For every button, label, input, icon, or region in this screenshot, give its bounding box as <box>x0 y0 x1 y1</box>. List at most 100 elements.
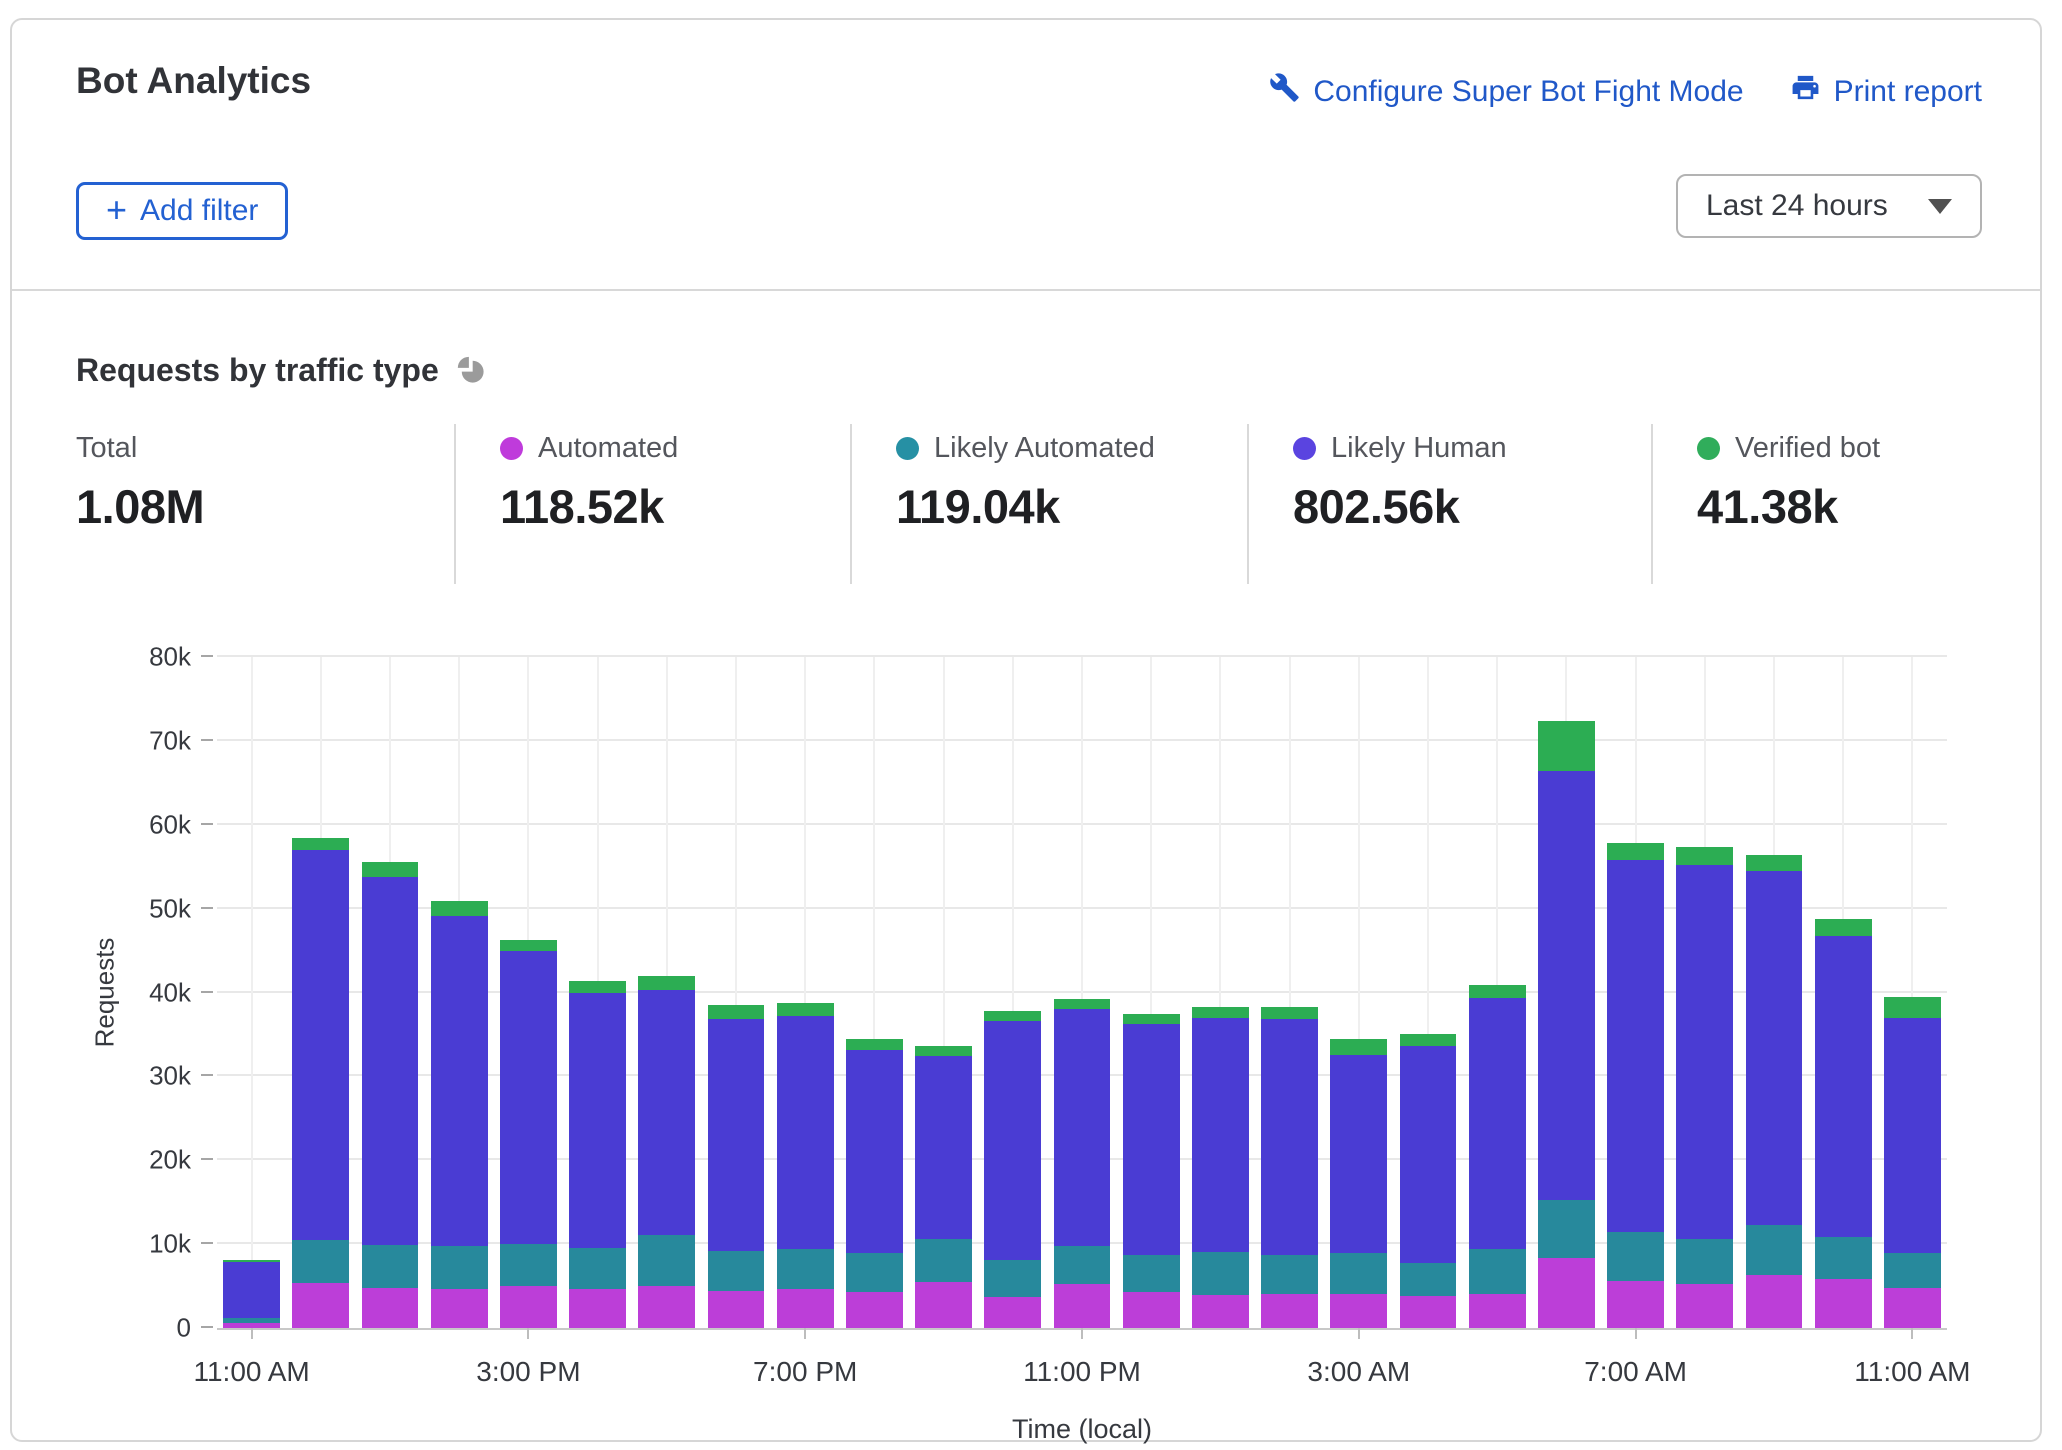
bar-segment-likely-human <box>1122 1024 1180 1256</box>
bar-segment-automated <box>1745 1275 1803 1328</box>
stacked-bar-8:00 PM[interactable] <box>846 657 903 1328</box>
x-tick-mark <box>250 1328 253 1339</box>
bar-segment-verified-bot <box>707 1005 765 1020</box>
stacked-bar-9:00 PM[interactable] <box>915 657 972 1328</box>
bar-segment-verified-bot <box>1192 1006 1249 1018</box>
bar-segment-likely-human <box>846 1049 903 1254</box>
bar-segment-likely-human <box>1814 936 1872 1238</box>
bar-segment-likely-automated <box>984 1260 1042 1297</box>
stacked-bar-2:00 PM[interactable] <box>430 657 488 1328</box>
stacked-bar-7:00 PM[interactable] <box>776 657 834 1328</box>
bar-slot <box>425 657 494 1328</box>
x-tick-mark <box>1634 1328 1637 1339</box>
stacked-bar-1:00 AM[interactable] <box>1192 657 1249 1328</box>
stacked-bar-10:00 PM[interactable] <box>984 657 1042 1328</box>
bar-segment-verified-bot <box>1607 843 1665 860</box>
stacked-bar-5:00 PM[interactable] <box>638 657 696 1328</box>
bar-segment-likely-automated <box>707 1250 765 1292</box>
stacked-bar-5:00 AM[interactable] <box>1468 657 1526 1328</box>
add-filter-button[interactable]: + Add filter <box>76 182 289 240</box>
stacked-bar-11:00 AM[interactable] <box>223 657 280 1328</box>
x-tick-mark <box>527 1328 530 1339</box>
bar-segment-verified-bot <box>638 975 696 990</box>
bar-segment-verified-bot <box>1261 1006 1318 1019</box>
y-tick-mark <box>201 738 213 741</box>
requests-chart-plot-area: Requests Time (local) 0 10k 20k 30k 40k 50k 60… <box>90 642 1971 1445</box>
print-report-link[interactable]: Print report <box>1790 72 1982 111</box>
y-tick-label: 50k <box>149 893 191 924</box>
stacked-bar-2:00 AM[interactable] <box>1261 657 1318 1328</box>
bar-slot <box>1809 657 1878 1328</box>
x-tick-label: 3:00 PM <box>476 1356 581 1387</box>
bar-segment-automated <box>1468 1293 1526 1328</box>
bar-segment-verified-bot <box>361 861 419 877</box>
plus-icon: + <box>106 188 128 230</box>
bar-segment-likely-human <box>1053 1009 1111 1246</box>
stat-likely-human-value: 802.56k <box>1293 480 1460 533</box>
bar-segment-verified-bot <box>1538 720 1595 772</box>
time-range-value: Last 24 hours <box>1706 189 1888 222</box>
bar-segment-likely-automated <box>569 1247 626 1289</box>
stacked-bar-11:00 AM[interactable] <box>1884 657 1941 1328</box>
bar-segment-likely-human <box>292 849 350 1240</box>
x-tick-label: 11:00 AM <box>193 1356 310 1387</box>
bar-segment-likely-automated <box>638 1234 696 1287</box>
bar-segment-automated <box>915 1281 972 1328</box>
stat-likely-automated-value: 119.04k <box>896 480 1060 533</box>
stacked-bar-3:00 AM[interactable] <box>1330 657 1388 1328</box>
stacked-bar-1:00 PM[interactable] <box>361 657 419 1328</box>
bar-slot <box>1601 657 1670 1328</box>
time-range-select[interactable]: Last 24 hours <box>1676 174 1982 238</box>
stacked-bar-7:00 AM[interactable] <box>1607 657 1665 1328</box>
stacked-bar-11:00 PM[interactable] <box>1053 657 1111 1328</box>
bar-segment-verified-bot <box>292 838 350 850</box>
stacked-bar-3:00 PM[interactable] <box>500 657 557 1328</box>
bar-segment-automated <box>430 1288 488 1328</box>
stacked-bar-6:00 PM[interactable] <box>707 657 765 1328</box>
bar-slot <box>1739 657 1808 1328</box>
bar-segment-likely-automated <box>1261 1255 1318 1294</box>
bar-segment-likely-automated <box>1122 1255 1180 1292</box>
stacked-bar-10:00 AM[interactable] <box>1814 657 1872 1328</box>
bar-slot <box>1532 657 1601 1328</box>
bar-segment-automated <box>1399 1296 1457 1328</box>
bar-segment-likely-automated <box>846 1253 903 1292</box>
bar-slot <box>632 657 701 1328</box>
verified-bot-dot-icon <box>1697 437 1720 460</box>
stacked-bar-12:00 PM[interactable] <box>292 657 350 1328</box>
bar-segment-verified-bot <box>1399 1033 1457 1047</box>
bar-segment-automated <box>569 1288 626 1328</box>
bar-segment-likely-automated <box>1053 1245 1111 1285</box>
bar-segment-automated <box>223 1322 280 1328</box>
bar-slot <box>701 657 770 1328</box>
bar-slot <box>355 657 424 1328</box>
stat-likely-automated: Likely Automated 119.04k <box>850 424 1247 584</box>
bar-segment-likely-automated <box>1607 1231 1665 1282</box>
stacked-bar-9:00 AM[interactable] <box>1745 657 1803 1328</box>
x-tick-mark <box>1081 1328 1083 1339</box>
bar-slot <box>286 657 355 1328</box>
bar-segment-verified-bot <box>430 901 488 917</box>
bar-segment-likely-human <box>707 1019 765 1251</box>
stacked-bar-8:00 AM[interactable] <box>1676 657 1734 1328</box>
bar-segment-likely-automated <box>776 1249 834 1289</box>
y-tick-mark <box>201 1242 213 1245</box>
stacked-bar-4:00 PM[interactable] <box>569 657 626 1328</box>
bar-segment-likely-human <box>1538 771 1595 1200</box>
stat-likely-human-label: Likely Human <box>1331 432 1507 464</box>
bar-segment-likely-automated <box>1468 1249 1526 1294</box>
bar-segment-verified-bot <box>1745 855 1803 871</box>
bar-segment-verified-bot <box>776 1002 834 1017</box>
bar-segment-likely-human <box>776 1016 834 1250</box>
y-tick-label: 80k <box>149 641 191 672</box>
stacked-bar-4:00 AM[interactable] <box>1399 657 1457 1328</box>
bar-segment-likely-human <box>569 993 626 1248</box>
bar-slot <box>1047 657 1116 1328</box>
stacked-bar-12:00 AM[interactable] <box>1122 657 1180 1328</box>
stacked-bar-6:00 AM[interactable] <box>1538 657 1595 1328</box>
print-link-label: Print report <box>1833 74 1982 108</box>
stat-total: Total 1.08M <box>76 424 454 584</box>
x-tick-label: 11:00 PM <box>1023 1356 1141 1387</box>
likely-automated-dot-icon <box>896 437 919 460</box>
configure-super-bot-fight-mode-link[interactable]: Configure Super Bot Fight Mode <box>1269 72 1744 111</box>
